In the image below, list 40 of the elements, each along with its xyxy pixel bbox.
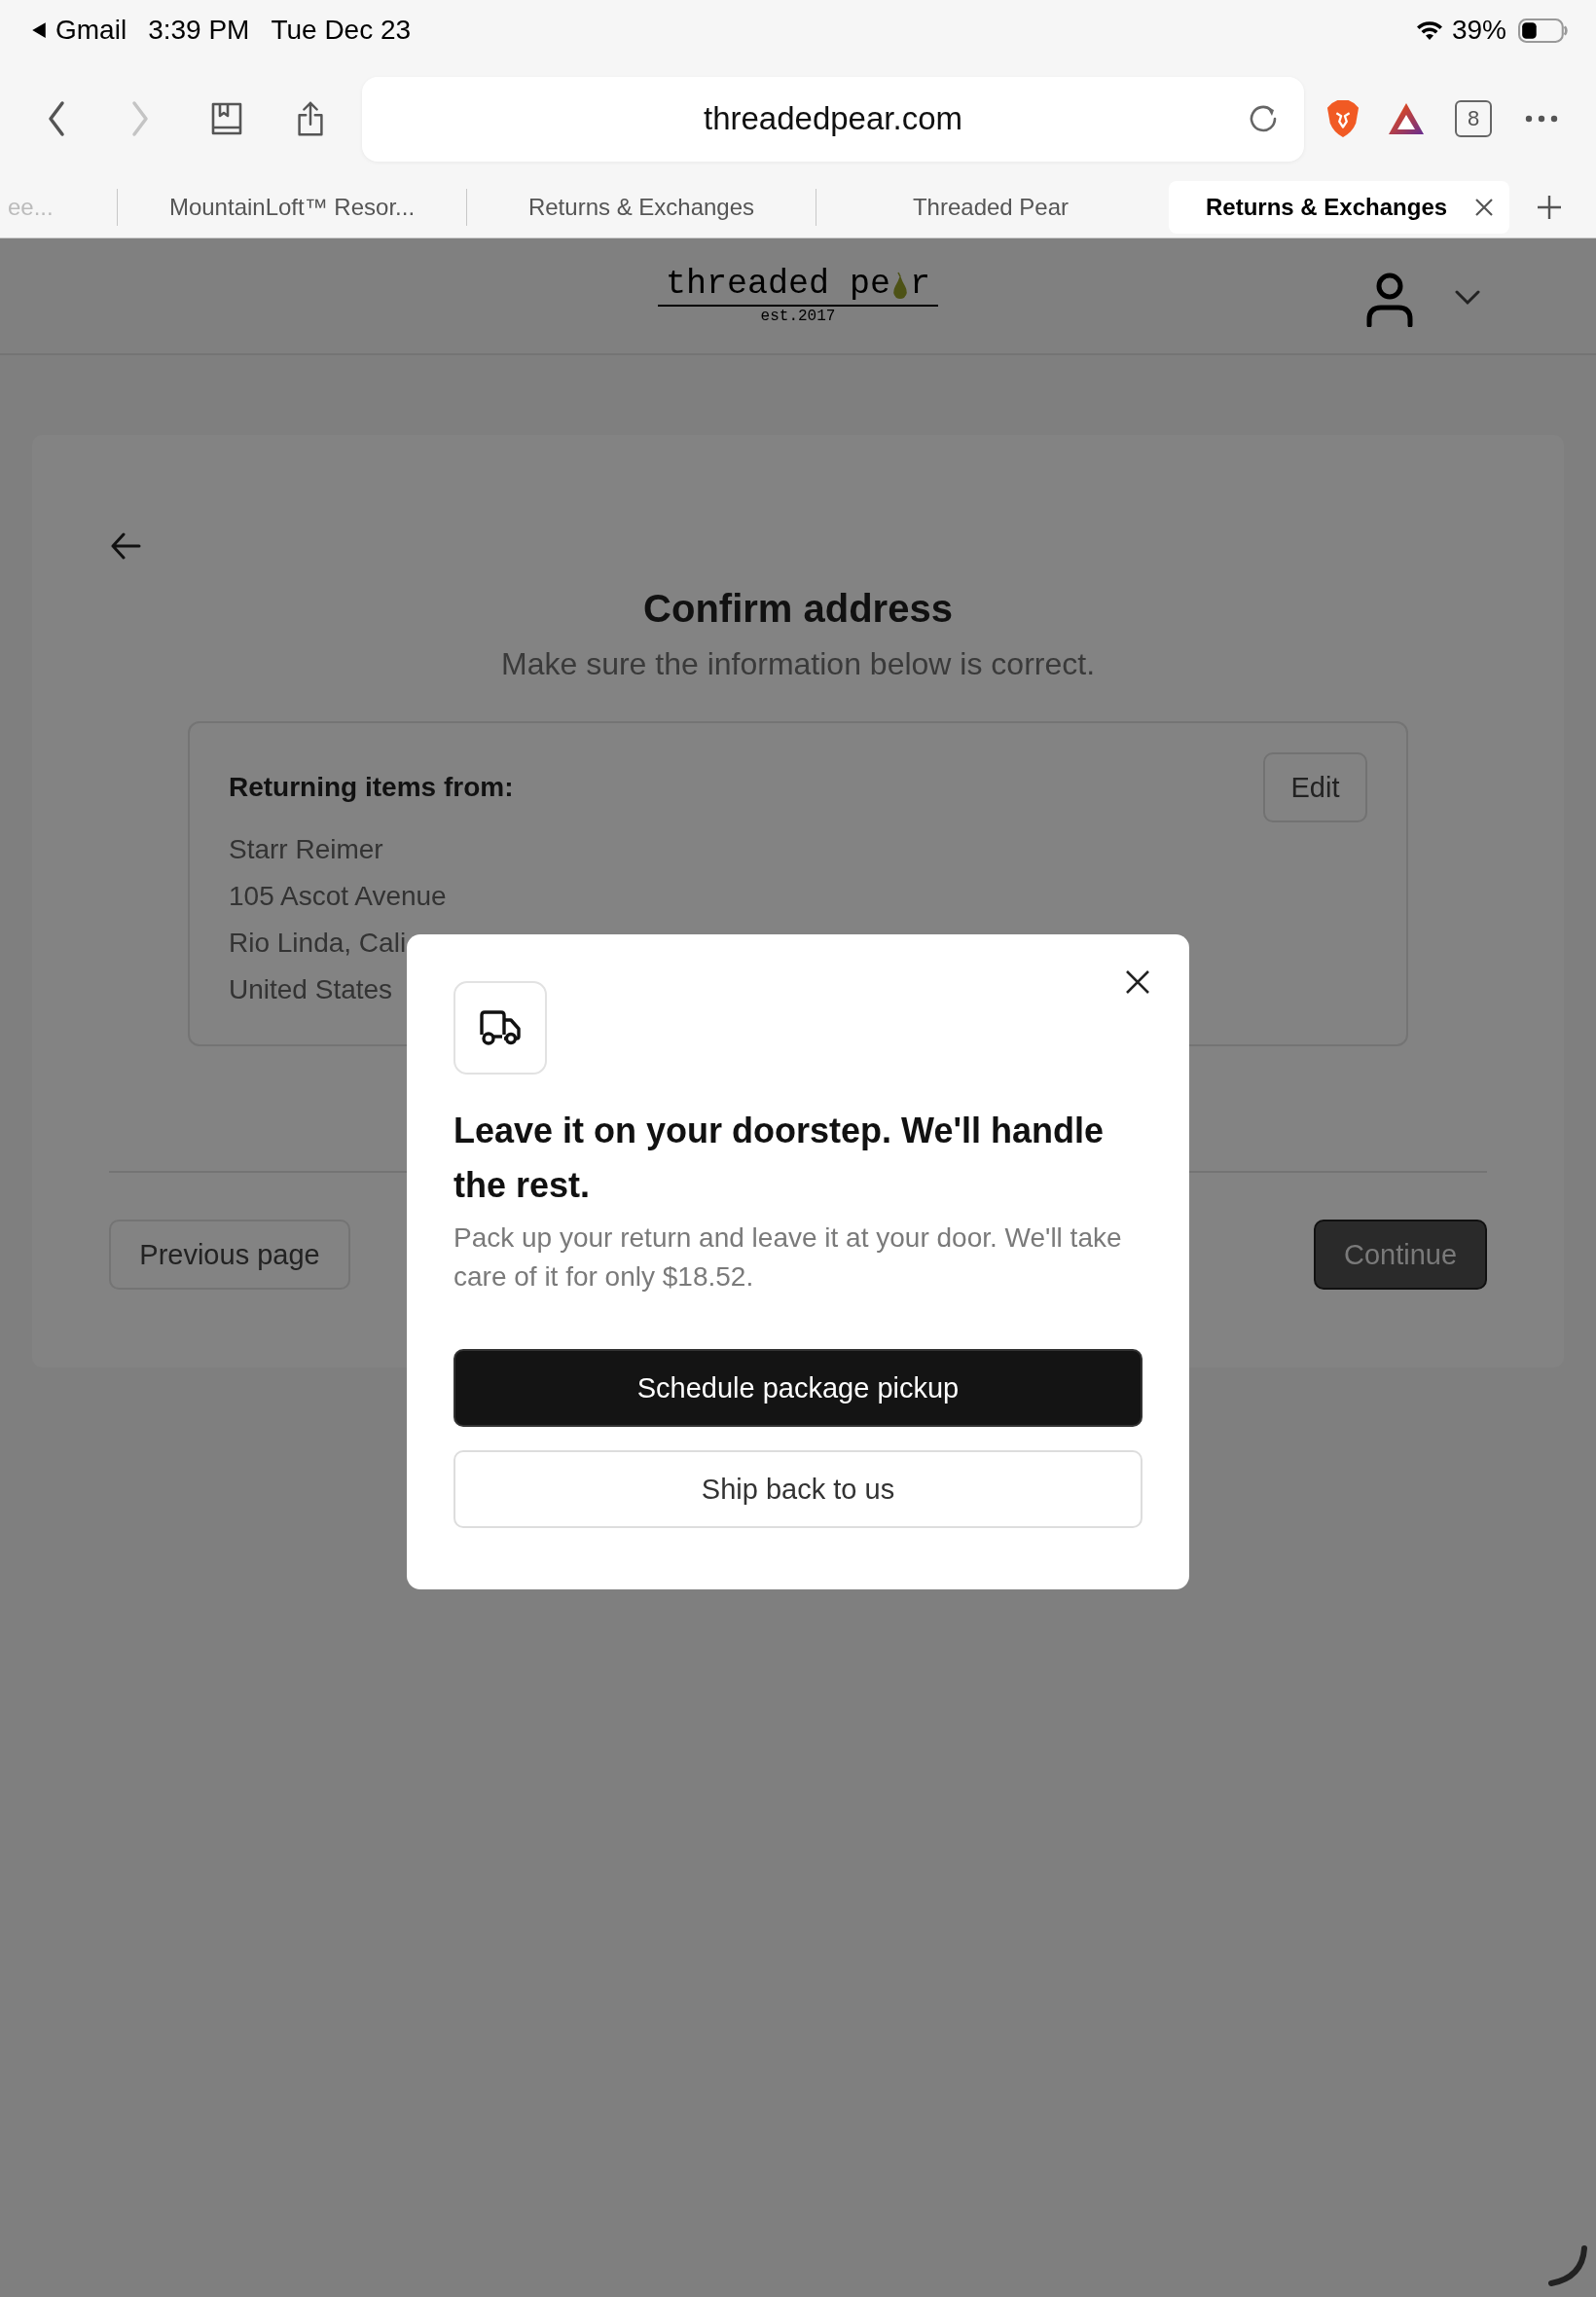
bookmarks-icon[interactable] — [210, 100, 243, 137]
page-subtitle: Make sure the information below is correct. — [501, 646, 1095, 682]
wifi-icon — [1414, 19, 1444, 41]
url-text: threadedpear.com — [704, 100, 962, 137]
arc-icon — [1545, 2244, 1588, 2287]
browser-tab[interactable]: Returns & Exchanges — [1169, 181, 1509, 234]
schedule-pickup-button[interactable]: Schedule package pickup — [453, 1349, 1143, 1427]
status-date: Tue Dec 23 — [271, 15, 412, 46]
battery-icon — [1518, 18, 1569, 43]
address-line: United States — [229, 973, 393, 1006]
browser-tab[interactable]: Threaded Pear — [816, 181, 1165, 234]
ship-back-button[interactable]: Ship back to us — [453, 1450, 1143, 1528]
truck-icon — [478, 1009, 523, 1046]
chevron-down-icon[interactable] — [1455, 290, 1480, 306]
close-icon[interactable] — [1125, 969, 1150, 995]
account-icon[interactable] — [1365, 271, 1414, 327]
address-line: Rio Linda, Cali — [229, 927, 407, 960]
triangle-icon[interactable] — [1387, 101, 1426, 136]
edit-button[interactable]: Edit — [1263, 752, 1367, 822]
address-heading: Returning items from: — [229, 772, 514, 803]
browser-tab[interactable]: MountainLoft™ Resor... — [118, 181, 466, 234]
tab-count-button[interactable]: 8 — [1455, 100, 1492, 137]
address-line: Starr Reimer — [229, 833, 383, 866]
page-title: Confirm address — [643, 587, 953, 631]
back-arrow-icon[interactable] — [110, 532, 141, 560]
battery-percent: 39% — [1451, 15, 1506, 46]
close-icon[interactable] — [1474, 198, 1494, 217]
status-time: 3:39 PM — [148, 15, 250, 46]
previous-page-button[interactable]: Previous page — [109, 1220, 350, 1290]
site-logo[interactable]: threaded pe r est.2017 — [657, 267, 939, 325]
new-tab-icon[interactable] — [1537, 195, 1562, 220]
more-icon[interactable] — [1525, 115, 1558, 123]
modal-heading: Leave it on your doorstep. We'll handle the rest. — [453, 1110, 1105, 1207]
back-app-link[interactable]: Gmail — [55, 15, 127, 46]
address-line: 105 Ascot Avenue — [229, 880, 447, 913]
modal-body: Pack up your return and leave it at your door. We'll take care of it for only $18.52. — [453, 1221, 1123, 1294]
address-bar[interactable]: threadedpear.com — [362, 76, 1304, 162]
back-app-icon[interactable] — [31, 21, 47, 39]
browser-tab[interactable]: Returns & Exchanges — [467, 181, 816, 234]
lion-shield-icon[interactable] — [1326, 98, 1360, 139]
